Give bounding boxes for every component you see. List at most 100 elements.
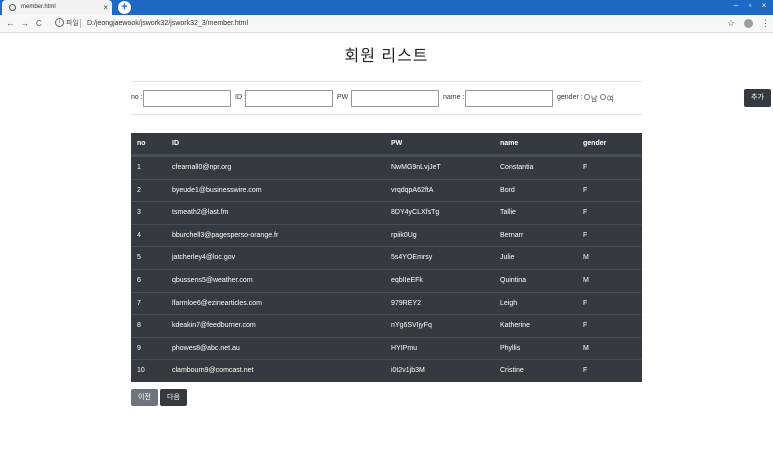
- cell-id: lfarmloe6@ezinearticles.com: [172, 299, 262, 307]
- add-button[interactable]: 추가: [744, 89, 771, 107]
- next-button[interactable]: 다음: [160, 389, 187, 406]
- gender-label: gender :: [557, 94, 583, 101]
- browser-titlebar: member.html × + – ▫ ×: [0, 0, 773, 15]
- cell-name: Bernarr: [500, 231, 524, 239]
- cell-gender: F: [583, 186, 588, 194]
- no-input[interactable]: [143, 90, 231, 107]
- cell-gender: F: [583, 231, 588, 239]
- cell-name: Katherine: [500, 322, 530, 330]
- no-label: no :: [131, 94, 143, 101]
- header-name: name: [500, 140, 519, 147]
- member-form: no : ID : PW : name : gender : 남 여 추가: [131, 81, 771, 115]
- cell-pw: NwMG9nLvjJeT: [391, 164, 441, 171]
- profile-avatar[interactable]: [744, 19, 753, 28]
- table-row: 5 jatcherley4@loc.gov 5s4YOEmrsy Julie M: [131, 246, 642, 269]
- cell-pw: 5s4YOEmrsy: [391, 254, 433, 262]
- name-input[interactable]: [465, 90, 553, 107]
- cell-name: Leigh: [500, 299, 518, 307]
- cell-id: clambourn9@comcast.net: [172, 367, 254, 375]
- header-id: ID: [172, 140, 179, 147]
- cell-no: 9: [137, 344, 141, 352]
- cell-pw: 8DY4yCLXfsTg: [391, 209, 440, 217]
- cell-name: Julie: [500, 254, 515, 262]
- cell-name: Cristine: [500, 367, 524, 375]
- address-bar[interactable]: D:/jeongjaewook/jswork32/jswork32_3/memb…: [87, 15, 248, 32]
- cell-name: Quintina: [500, 276, 527, 284]
- cell-pw: rpiik0Ug: [391, 231, 417, 239]
- cell-no: 10: [137, 367, 145, 375]
- cell-name: Constantia: [500, 164, 534, 171]
- cell-id: byeude1@businesswire.com: [172, 186, 262, 194]
- forward-icon[interactable]: →: [20, 15, 29, 32]
- cell-id: phowes8@abc.net.au: [172, 344, 240, 352]
- page-title: 회원 리스트: [344, 48, 429, 65]
- table-row: 7 lfarmloe6@ezinearticles.com 979REY2 Leigh…: [131, 291, 642, 315]
- cell-no: 4: [137, 231, 141, 239]
- member-table: no ID PW name gender 1 cfearnall0@npr.org…: [131, 133, 642, 382]
- gender-male-label: 남: [591, 96, 598, 103]
- cell-name: Bord: [500, 186, 515, 194]
- gender-male-radio[interactable]: [584, 94, 590, 100]
- menu-icon[interactable]: ⋮: [761, 15, 770, 32]
- address-divider: [80, 19, 81, 28]
- gender-female-label: 여: [607, 96, 614, 103]
- pw-input[interactable]: [351, 90, 439, 107]
- pw-label: PW :: [337, 94, 353, 101]
- table-row: 4 bburchell3@pagesperso-orange.fr rpiik0Ug…: [131, 223, 642, 247]
- table-row: 2 byeude1@businesswire.com vrqdqpA62ftA Bor…: [131, 178, 642, 202]
- table-body: 1 cfearnall0@npr.org NwMG9nLvjJeT Constanti…: [131, 156, 642, 382]
- table-row: 9 phowes8@abc.net.au HYIPmu Phyllis M: [131, 336, 642, 360]
- cell-pw: nYg6SVIjyFq: [391, 322, 432, 330]
- cell-id: qbussens5@weather.com: [172, 276, 253, 284]
- header-no: no: [137, 140, 146, 147]
- table-row: 6 qbussens5@weather.com eqbIIeEFk Quintina M: [131, 268, 642, 292]
- cell-gender: M: [583, 254, 589, 262]
- cell-pw: 979REY2: [391, 299, 421, 307]
- cell-gender: M: [583, 344, 589, 352]
- browser-tab[interactable]: member.html ×: [2, 0, 112, 15]
- prev-button[interactable]: 이전: [131, 389, 158, 406]
- cell-gender: F: [583, 164, 588, 171]
- cell-gender: F: [583, 299, 588, 307]
- new-tab-button[interactable]: +: [118, 1, 131, 14]
- cell-id: kdeakin7@feedburner.com: [172, 322, 256, 330]
- table-header-row: no ID PW name gender: [131, 133, 642, 156]
- cell-pw: HYIPmu: [391, 344, 418, 352]
- cell-pw: vrqdqpA62ftA: [391, 186, 434, 194]
- cell-no: 1: [137, 164, 141, 171]
- header-pw: PW: [391, 140, 403, 147]
- cell-pw: eqbIIeEFk: [391, 276, 423, 284]
- window-close-button[interactable]: ×: [754, 0, 773, 12]
- table-row: 8 kdeakin7@feedburner.com nYg6SVIjyFq Kathe…: [131, 314, 642, 337]
- header-gender: gender: [583, 140, 607, 147]
- id-input[interactable]: [245, 90, 333, 107]
- address-scheme: 파일: [66, 20, 79, 27]
- cell-id: cfearnall0@npr.org: [172, 164, 232, 171]
- table-row: 3 tsmeath2@last.fm 8DY4yCLXfsTg Tallie F: [131, 201, 642, 224]
- cell-name: Phyllis: [500, 344, 521, 352]
- cell-no: 7: [137, 299, 141, 307]
- tab-title: member.html: [21, 4, 56, 10]
- reload-icon[interactable]: C: [36, 15, 42, 32]
- cell-gender: M: [583, 276, 589, 284]
- tab-close-icon[interactable]: ×: [103, 0, 108, 15]
- table-row: 1 cfearnall0@npr.org NwMG9nLvjJeT Constanti…: [131, 156, 642, 179]
- cell-gender: F: [583, 209, 588, 217]
- browser-toolbar: ← → C i 파일 D:/jeongjaewook/jswork32/jswo…: [0, 15, 773, 33]
- back-icon[interactable]: ←: [6, 15, 15, 32]
- cell-pw: i0t2v1jb3M: [391, 367, 425, 375]
- cell-no: 3: [137, 209, 141, 217]
- cell-no: 8: [137, 322, 141, 330]
- cell-no: 2: [137, 186, 141, 194]
- cell-name: Tallie: [500, 209, 516, 217]
- table-row: 10 clambourn9@comcast.net i0t2v1jb3M Cristi…: [131, 359, 642, 382]
- cell-no: 5: [137, 254, 141, 262]
- cell-id: jatcherley4@loc.gov: [172, 254, 236, 262]
- gender-female-radio[interactable]: [600, 94, 606, 100]
- bookmark-star-icon[interactable]: ☆: [727, 15, 735, 32]
- cell-id: bburchell3@pagesperso-orange.fr: [172, 231, 279, 239]
- cell-no: 6: [137, 276, 141, 284]
- info-icon[interactable]: i: [55, 18, 64, 27]
- name-label: name :: [443, 94, 465, 101]
- cell-id: tsmeath2@last.fm: [172, 209, 229, 217]
